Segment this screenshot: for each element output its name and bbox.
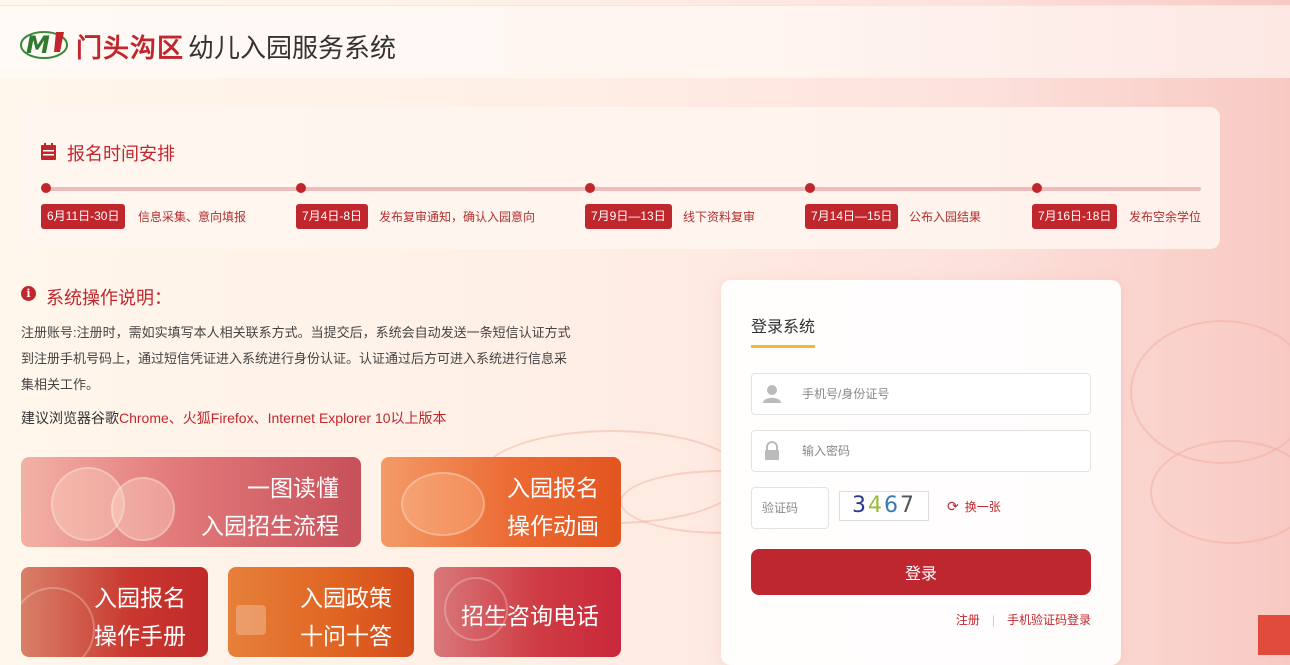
tile-title: 入园政策 bbox=[300, 585, 392, 611]
instructions-line: 集相关工作。 bbox=[21, 377, 100, 392]
user-icon bbox=[763, 385, 781, 403]
timeline-dot bbox=[296, 183, 306, 193]
tile-registration-manual[interactable]: 入园报名 操作手册 bbox=[21, 567, 208, 657]
login-links: 注册 | 手机验证码登录 bbox=[956, 611, 1091, 628]
tile-subtitle: 十问十答 bbox=[300, 623, 392, 649]
children-photo bbox=[111, 477, 175, 541]
step-description: 信息采集、意向填报 bbox=[138, 210, 247, 224]
link-separator: | bbox=[991, 613, 995, 627]
username-field bbox=[751, 373, 1091, 415]
captcha-char: 6 bbox=[884, 493, 900, 518]
hand-image bbox=[401, 472, 485, 536]
step-date-badge: 7月4日-8日 bbox=[296, 204, 369, 229]
tile-hotline[interactable]: 招生咨询电话 bbox=[434, 567, 621, 657]
district-logo: M bbox=[20, 31, 68, 59]
tile-subtitle: 入园招生流程 bbox=[201, 513, 339, 539]
timeline-dot bbox=[1032, 183, 1042, 193]
step-description: 公布入园结果 bbox=[909, 210, 982, 224]
captcha-char: 3 bbox=[852, 493, 868, 518]
timeline-dot bbox=[805, 183, 815, 193]
captcha-field bbox=[751, 487, 829, 529]
step-description: 线下资料复审 bbox=[683, 210, 756, 224]
tile-title: 入园报名 bbox=[94, 585, 186, 611]
instructions-text: 注册账号:注册时，需如实填写本人相关联系方式。当提交后，系统会自动发送一条短信认… bbox=[21, 320, 621, 398]
login-title: 登录系统 bbox=[751, 319, 816, 336]
tile-subtitle: 操作动画 bbox=[507, 513, 599, 539]
browser-recommendation: 建议浏览器谷歌Chrome、火狐Firefox、Internet Explore… bbox=[21, 408, 447, 428]
step-date-badge: 7月14日—15日 bbox=[805, 204, 899, 229]
username-input[interactable] bbox=[800, 374, 1084, 414]
tile-registration-animation[interactable]: 入园报名 操作动画 bbox=[381, 457, 621, 547]
password-input[interactable] bbox=[800, 431, 1084, 471]
tile-title: 入园报名 bbox=[507, 475, 599, 501]
step-description: 发布复审通知，确认入园意向 bbox=[379, 210, 536, 224]
timeline-track bbox=[46, 187, 1201, 191]
password-field bbox=[751, 430, 1091, 472]
refresh-icon: ⟳ bbox=[947, 498, 959, 514]
login-panel: 登录系统 3467 ⟳ 换一张 登录 注册 | 手机验证码登录 bbox=[721, 280, 1121, 665]
browser-list: Chrome、火狐Firefox、Internet Explorer 10以上版… bbox=[119, 410, 447, 426]
instructions-line: 注册账号:注册时，需如实填写本人相关联系方式。当提交后，系统会自动发送一条短信认… bbox=[21, 325, 571, 340]
tile-subtitle: 操作手册 bbox=[94, 623, 186, 649]
step-description: 发布空余学位 bbox=[1129, 210, 1202, 224]
corner-decoration bbox=[1258, 615, 1290, 655]
register-link[interactable]: 注册 bbox=[956, 613, 980, 627]
captcha-char: 7 bbox=[900, 493, 916, 518]
tile-title: 一图读懂 bbox=[247, 475, 339, 501]
captcha-image[interactable]: 3467 bbox=[839, 491, 929, 521]
browser-prefix: 建议浏览器谷歌 bbox=[21, 410, 119, 426]
svg-text:M: M bbox=[26, 31, 50, 59]
calendar-icon bbox=[41, 143, 56, 160]
step-date-badge: 7月9日—13日 bbox=[585, 204, 672, 229]
captcha-char: 4 bbox=[868, 493, 884, 518]
instructions-title: 系统操作说明： bbox=[46, 288, 172, 308]
refresh-label: 换一张 bbox=[964, 500, 1001, 514]
login-title-underline bbox=[751, 345, 815, 348]
schedule-title: 报名时间安排 bbox=[67, 144, 175, 164]
tile-policy-faq[interactable]: 入园政策 十问十答 bbox=[228, 567, 414, 657]
timeline-dot bbox=[41, 183, 51, 193]
q-key-image bbox=[236, 605, 266, 635]
sms-login-link[interactable]: 手机验证码登录 bbox=[1007, 613, 1091, 627]
captcha-input[interactable] bbox=[752, 488, 826, 528]
tile-title: 招生咨询电话 bbox=[461, 603, 599, 629]
top-header: M 门头沟区 幼儿入园服务系统 bbox=[0, 5, 1290, 78]
system-name: 幼儿入园服务系统 bbox=[188, 33, 397, 63]
cloud-decoration bbox=[1150, 440, 1290, 544]
step-date-badge: 7月16日-18日 bbox=[1032, 204, 1118, 229]
compass-image bbox=[21, 587, 95, 657]
step-date-badge: 6月11日-30日 bbox=[41, 204, 126, 229]
schedule-panel: 报名时间安排 6月11日-30日 信息采集、意向填报 7月4日-8日 发布复审通… bbox=[20, 107, 1220, 249]
refresh-captcha-link[interactable]: ⟳ 换一张 bbox=[947, 498, 1001, 515]
district-name: 门头沟区 bbox=[76, 33, 185, 63]
info-icon: i bbox=[21, 286, 36, 301]
lock-icon bbox=[765, 441, 779, 460]
tile-enrollment-flow[interactable]: 一图读懂 入园招生流程 bbox=[21, 457, 361, 547]
timeline-dot bbox=[585, 183, 595, 193]
instructions-line: 到注册手机号码上，通过短信凭证进入系统进行身份认证。认证通过后方可进入系统进行信… bbox=[21, 351, 568, 366]
login-button[interactable]: 登录 bbox=[751, 549, 1091, 595]
